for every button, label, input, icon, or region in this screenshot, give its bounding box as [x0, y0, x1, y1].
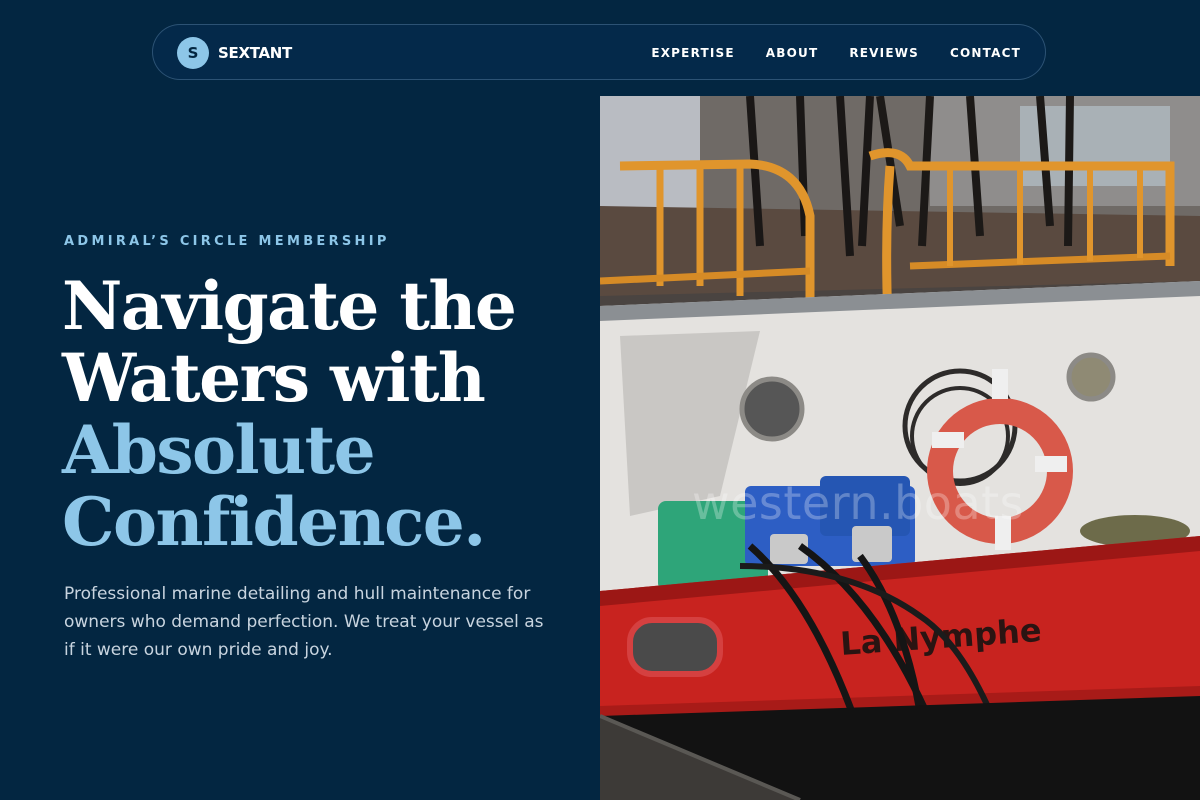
nav-link-contact[interactable]: CONTACT [950, 46, 1021, 60]
headline-line-4: Confidence. [62, 483, 486, 561]
headline-line-2: Waters with [62, 339, 486, 417]
nav-link-about[interactable]: ABOUT [766, 46, 819, 60]
image-watermark: western.boats [692, 476, 1025, 530]
nav-link-reviews[interactable]: REVIEWS [849, 46, 919, 60]
hero-description: Professional marine detailing and hull m… [64, 584, 544, 660]
hero-boat-photo: La Nymphe western.boats [600, 96, 1200, 800]
top-navigation-bar: S SEXTANT EXPERTISE ABOUT REVIEWS CONTAC… [152, 24, 1046, 80]
hero-headline: Navigate the Waters with Absolute Confid… [62, 270, 582, 558]
headline-line-1: Navigate the [62, 267, 517, 345]
headline-line-3: Absolute [62, 411, 376, 489]
logo-badge-icon: S [177, 37, 209, 69]
hero-eyebrow: ADMIRAL’S CIRCLE MEMBERSHIP [64, 234, 390, 249]
brand-logo[interactable]: S SEXTANT [177, 37, 292, 69]
brand-name: SEXTANT [218, 44, 292, 62]
nav-link-expertise[interactable]: EXPERTISE [651, 46, 734, 60]
nav-links: EXPERTISE ABOUT REVIEWS CONTACT [620, 25, 1021, 81]
boat-illustration: La Nymphe [600, 96, 1200, 800]
